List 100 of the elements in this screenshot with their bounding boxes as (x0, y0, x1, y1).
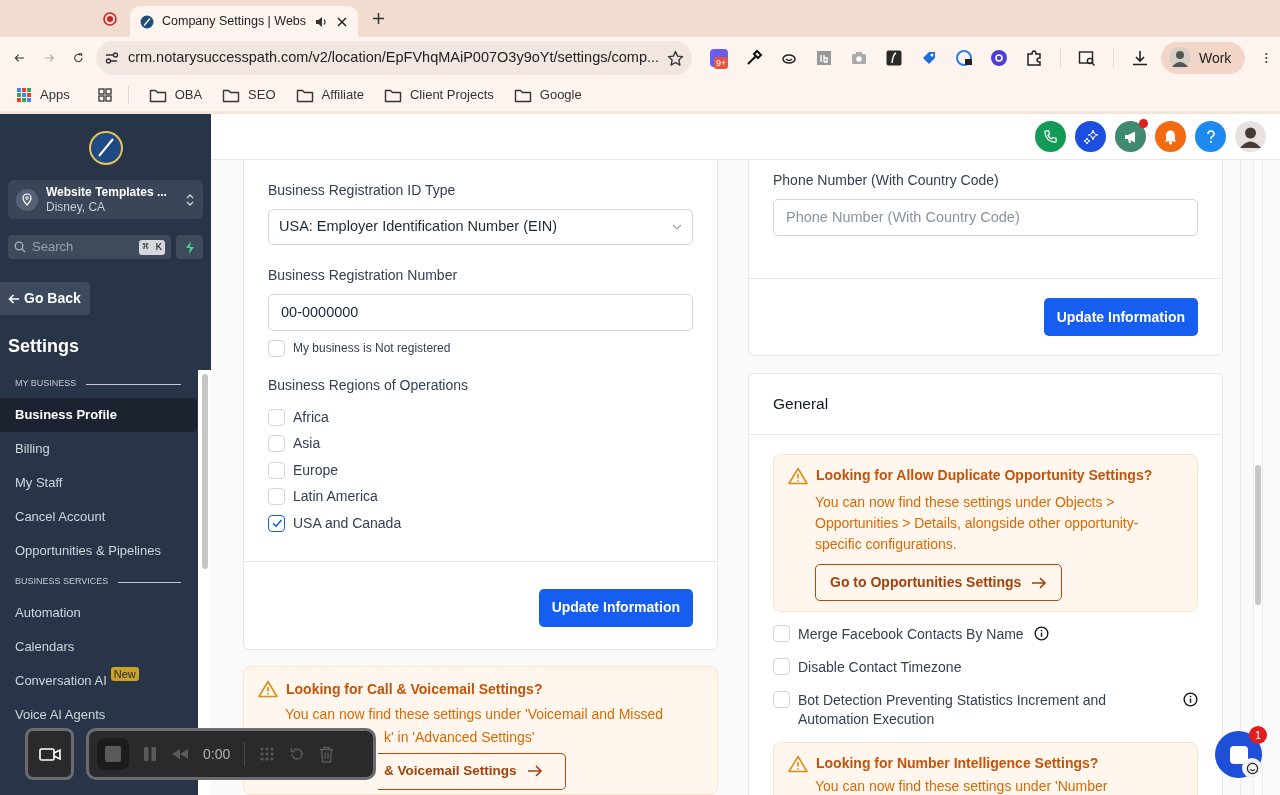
more-icon[interactable] (1265, 50, 1268, 66)
info-icon[interactable] (1033, 626, 1049, 641)
link-button[interactable]: Go to Opportunities Settings (815, 564, 1063, 601)
scrollbar-thumb[interactable] (201, 374, 208, 569)
checkbox-label: Europe (293, 460, 339, 480)
search-field[interactable]: Search ⌘ K (8, 235, 172, 259)
checkbox[interactable] (268, 514, 285, 532)
tab-search-icon[interactable] (1077, 49, 1096, 67)
browser-tab[interactable]: Company Settings | Webs (130, 6, 358, 37)
notifications-button[interactable] (1155, 121, 1186, 152)
url-text: crm.notarysuccesspath.com/v2/location/EpFVhqMAiP007O3y9oYt/settings/comp... (127, 48, 660, 68)
folder-icon (295, 87, 314, 103)
checkbox-label: My business is Not registered (293, 340, 451, 357)
star-icon[interactable] (667, 49, 685, 67)
bookmark[interactable]: Client Projects (380, 85, 498, 105)
update-button[interactable]: Update Information (538, 588, 693, 627)
sidebar-item[interactable]: Business Profile (0, 398, 197, 432)
card-title: General (773, 394, 829, 415)
bookmark[interactable]: OBA (144, 85, 207, 105)
sidebar-item[interactable]: Cancel Account (0, 500, 197, 534)
close-icon[interactable] (336, 15, 349, 28)
phone-icon (1043, 129, 1058, 144)
chevron-down-icon (672, 224, 682, 230)
help-button[interactable] (1195, 121, 1226, 152)
question-mark-icon (1205, 129, 1216, 144)
record-icon[interactable] (103, 11, 117, 26)
quick-action-button[interactable] (176, 235, 203, 259)
speaker-icon (314, 14, 329, 29)
sidebar-item[interactable]: Voice AI Agents (0, 698, 197, 732)
site-settings-icon[interactable] (103, 50, 120, 66)
sidebar-title: Settings (7, 335, 80, 358)
profile-button[interactable]: Work (1160, 42, 1246, 74)
video-camera-icon (38, 746, 61, 762)
arrow-left-icon (8, 292, 20, 305)
alert-title: Looking for Allow Duplicate Opportunity Settings? (816, 466, 1153, 485)
alert-title: Looking for Number Intelligence Settings? (816, 754, 1099, 773)
scrollbar-thumb[interactable] (1255, 465, 1261, 605)
sidebar-item[interactable]: Conversation AI New (0, 664, 197, 698)
puzzle-icon[interactable] (1024, 49, 1043, 67)
folder-icon (148, 87, 167, 103)
arrow-right-icon (526, 764, 543, 778)
back-button[interactable]: Go Back (0, 282, 90, 315)
sidebar-item[interactable]: Automation (0, 596, 197, 630)
warning-icon (258, 680, 278, 698)
dots-grid-icon[interactable] (259, 746, 276, 762)
shortcut-key: ⌘ K (139, 239, 166, 255)
circle-logo-icon[interactable] (989, 49, 1008, 67)
folder-icon (513, 87, 532, 103)
sidebar-item[interactable]: Opportunities & Pipelines (0, 534, 197, 568)
sidebar-item[interactable]: My Staff (0, 466, 197, 500)
extension-button[interactable]: 9+ (709, 49, 728, 67)
field-label: Business Regions of Operations (268, 376, 469, 395)
checkbox-label: Africa (293, 407, 329, 427)
checkbox-label: USA and Canada (293, 513, 402, 533)
avatar-icon (1168, 47, 1191, 69)
bookmark[interactable]: SEO (218, 85, 280, 105)
bookmark[interactable]: Apps (12, 85, 74, 105)
stop-button[interactable] (97, 738, 129, 770)
square-logo-icon[interactable] (884, 49, 903, 67)
notification-badge: 9+ (713, 57, 729, 69)
bookmark[interactable]: Google (509, 85, 586, 105)
arrow-right-icon (1031, 575, 1048, 590)
folder-icon (384, 87, 402, 103)
select-field[interactable]: USA: Employer Identification Number (EIN) (268, 209, 693, 245)
input-field[interactable]: 00-0000000 (268, 294, 693, 331)
alert-title: Looking for Call & Voicemail Settings? (286, 679, 543, 699)
announcements-button[interactable] (1115, 121, 1146, 152)
account-switcher[interactable]: Website Templates ... Disney, CA (8, 180, 203, 219)
account-name: Website Templates ... (46, 184, 168, 200)
download-icon[interactable] (1130, 49, 1149, 67)
recording-time: 0:00 (203, 744, 231, 764)
sidebar-item[interactable]: Calendars (0, 630, 197, 664)
checkmark-icon (270, 517, 283, 530)
restart-icon[interactable] (289, 746, 306, 762)
field-label: Business Registration Number (268, 266, 459, 285)
avatar-icon[interactable] (1235, 121, 1266, 152)
search-icon (14, 241, 26, 253)
update-button[interactable]: Update Information (1043, 298, 1198, 336)
sidebar-item[interactable]: Billing (0, 432, 197, 466)
info-icon[interactable] (1183, 692, 1198, 707)
link-button[interactable]: & Voicemail Settings (378, 752, 566, 790)
address-bar[interactable]: crm.notarysuccesspath.com/v2/location/EpFVhqMAiP007O3y9oYt/settings/comp... (95, 41, 692, 75)
field-label: Business Registration ID Type (268, 181, 457, 200)
folder-icon (222, 87, 241, 103)
alert-text: You can now find these settings under 'Number (815, 777, 1109, 795)
alert-text: k' in 'Advanced Settings' (384, 727, 536, 747)
apps-icon (16, 87, 32, 103)
bookmark[interactable]: Affiliate (291, 85, 368, 105)
ai-button[interactable] (1075, 121, 1106, 152)
grid-icon[interactable] (97, 88, 112, 102)
new-badge: New (110, 667, 139, 681)
checkbox-label: Asia (293, 434, 321, 454)
section-heading: BUSINESS SERVICES (15, 575, 109, 589)
plus-icon[interactable] (371, 12, 385, 25)
phone-button[interactable] (1035, 121, 1066, 152)
checkbox-label: Latin America (293, 487, 378, 507)
camera-button[interactable] (25, 728, 74, 780)
checkbox-label: Bot Detection Preventing Statistics Increment and Automation Execution (798, 691, 1108, 729)
sparkle-icon (1082, 128, 1099, 145)
bell-icon (1163, 128, 1178, 145)
